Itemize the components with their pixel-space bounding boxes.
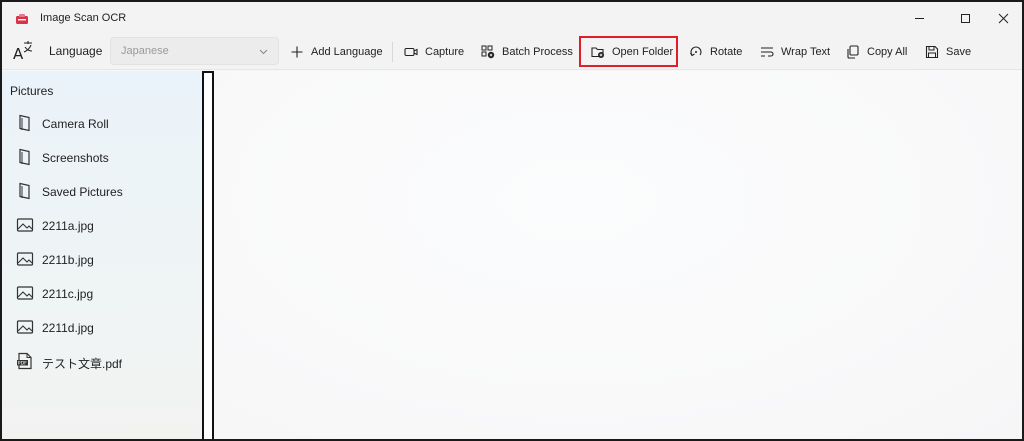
plus-icon [291, 46, 303, 58]
image-preview-area[interactable] [214, 71, 1022, 439]
minimize-icon [914, 17, 924, 19]
folder-bookmark-icon [19, 182, 30, 200]
svg-text:A: A [13, 45, 24, 62]
window-title: Image Scan OCR [40, 12, 127, 24]
language-select-value: Japanese [121, 45, 169, 57]
sidebar-item-saved-pictures[interactable]: Saved Pictures [2, 176, 202, 206]
minimize-button[interactable] [896, 2, 942, 34]
sidebar-item-label: Saved Pictures [42, 185, 123, 199]
sidebar-item-2211d[interactable]: 2211d.jpg [2, 312, 202, 342]
sidebar-item-screenshots[interactable]: Screenshots [2, 142, 202, 172]
add-language-button[interactable]: Add Language [284, 39, 389, 65]
wrap-text-icon [761, 47, 774, 57]
maximize-icon [960, 13, 970, 23]
image-icon [16, 218, 34, 232]
pane-splitter[interactable] [202, 71, 214, 439]
capture-button[interactable]: Capture [398, 39, 470, 65]
rotate-label: Rotate [710, 46, 743, 58]
open-folder-highlight [579, 36, 678, 67]
rotate-button[interactable]: Rotate [683, 39, 748, 65]
sidebar-item-label: Camera Roll [42, 117, 109, 131]
capture-label: Capture [425, 46, 465, 58]
sidebar-item-2211c[interactable]: 2211c.jpg [2, 278, 202, 308]
add-language-label: Add Language [311, 46, 383, 58]
batch-process-label: Batch Process [502, 46, 573, 58]
save-button[interactable]: Save [919, 39, 977, 65]
rotate-icon [690, 46, 702, 57]
sidebar-item-camera-roll[interactable]: Camera Roll [2, 108, 202, 138]
chevron-down-icon [259, 49, 268, 54]
sidebar-header: Pictures [10, 84, 54, 98]
batch-process-button[interactable]: Batch Process [475, 39, 579, 65]
sidebar-item-label: 2211d.jpg [42, 321, 94, 335]
copy-all-button[interactable]: Copy All [840, 39, 913, 65]
sidebar-item-2211b[interactable]: 2211b.jpg [2, 244, 202, 274]
image-icon [16, 252, 34, 266]
language-icon: A [13, 41, 33, 62]
sidebar-item-label: Screenshots [42, 151, 109, 165]
sidebar-item-2211a[interactable]: 2211a.jpg [2, 210, 202, 240]
image-icon [16, 320, 34, 334]
save-icon [925, 45, 939, 59]
copy-icon [847, 45, 859, 59]
sidebar-item-label: テスト文章.pdf [42, 357, 123, 371]
close-button[interactable] [980, 2, 1022, 34]
copy-all-label: Copy All [867, 46, 908, 58]
save-label: Save [946, 46, 972, 58]
language-select[interactable]: Japanese [110, 37, 279, 65]
svg-text:PDF: PDF [18, 361, 27, 367]
sidebar-item-label: 2211c.jpg [42, 287, 94, 301]
wrap-text-button[interactable]: Wrap Text [754, 39, 836, 65]
folder-bookmark-icon [19, 114, 30, 132]
sidebar-item-label: 2211b.jpg [42, 253, 94, 267]
title-bar: Image Scan OCR [2, 2, 1022, 34]
wrap-text-label: Wrap Text [781, 46, 831, 58]
app-logo-icon [16, 14, 28, 24]
batch-process-icon [481, 45, 495, 59]
app-window: Image Scan OCR A Language Japanese Add L… [0, 0, 1024, 441]
image-icon [16, 286, 34, 300]
language-label: Language [49, 44, 103, 58]
sidebar: Pictures Camera Roll Screenshots Saved P… [2, 71, 202, 439]
camera-icon [404, 47, 418, 57]
sidebar-item-test-pdf[interactable]: PDF テスト文章.pdf [2, 346, 202, 376]
close-icon [998, 13, 1008, 23]
toolbar: A Language Japanese Add Language Capture… [2, 34, 1022, 70]
toolbar-divider [392, 42, 393, 62]
sidebar-item-label: 2211a.jpg [42, 219, 94, 233]
pdf-icon: PDF [17, 352, 32, 370]
folder-bookmark-icon [19, 148, 30, 166]
